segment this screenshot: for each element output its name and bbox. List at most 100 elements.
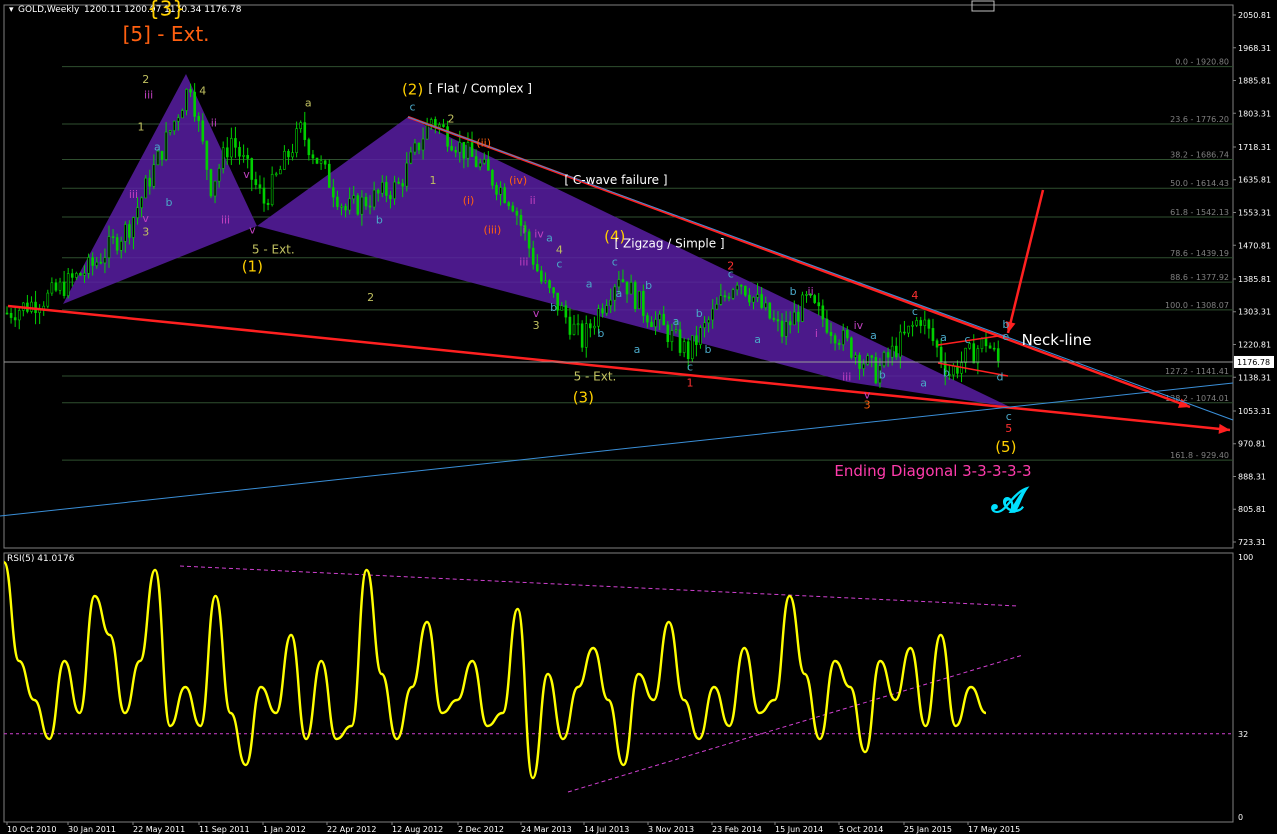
wave-annotation: b: [597, 327, 604, 340]
candle-body: [401, 183, 404, 187]
candle-body: [454, 149, 458, 153]
candle-body: [882, 352, 886, 366]
candle-body: [931, 328, 935, 342]
y-axis-tick-label: 970.81: [1238, 440, 1266, 449]
candle-body: [152, 164, 156, 187]
neckline-pointer-arrow: [1006, 189, 1045, 334]
candle-body: [780, 320, 784, 337]
candle-body: [9, 312, 13, 318]
x-axis-tick-label: 30 Jan 2011: [68, 825, 116, 834]
x-axis-tick-label: 2 Dec 2012: [458, 825, 504, 834]
wave-annotation: (iv): [509, 174, 527, 187]
candle-body: [690, 335, 694, 360]
y-axis-tick-label: 1053.31: [1238, 407, 1271, 416]
candle-body: [242, 155, 245, 157]
candle-body: [772, 317, 776, 320]
x-axis-tick-label: 25 Jan 2015: [904, 825, 952, 834]
wave-annotation: [5] - Ext.: [123, 22, 210, 46]
candle-body: [344, 206, 347, 211]
candle-body: [140, 197, 143, 209]
x-axis-tick-label: 12 Aug 2012: [392, 825, 443, 834]
candle-body: [617, 279, 621, 288]
wave-annotation: (5): [995, 438, 1016, 456]
window-control-button[interactable]: [971, 0, 995, 12]
candle-body: [450, 146, 453, 151]
candle-body: [637, 290, 641, 309]
candle-body: [988, 345, 992, 349]
wave-annotation: a: [870, 329, 877, 342]
x-axis-tick-label: 1 Jan 2012: [263, 825, 306, 834]
candle-body: [217, 168, 221, 182]
candle-body: [666, 324, 670, 343]
wave-annotation: a: [634, 343, 641, 356]
candle-body: [132, 217, 135, 238]
chart-window: ▾ GOLD,Weekly 1200.11 1200.97 1170.34 1176…: [0, 0, 1277, 834]
candle-body: [168, 130, 172, 133]
candle-body: [841, 330, 845, 345]
wave-annotation: a: [673, 315, 680, 328]
candle-body: [625, 281, 629, 295]
fib-level-label: 0.0 - 1920.80: [1175, 58, 1229, 67]
wave-annotation: b: [645, 279, 652, 292]
symbol-label: GOLD,Weekly: [18, 5, 80, 15]
wave-annotation: b: [696, 307, 703, 320]
candle-body: [119, 241, 123, 251]
candle-body: [870, 355, 874, 358]
x-axis-tick-label: 5 Oct 2014: [839, 825, 883, 834]
candle-body: [446, 126, 449, 147]
candle-body: [209, 169, 213, 197]
wave-annotation: 3: [533, 319, 540, 332]
candle-body: [503, 187, 506, 203]
candle-body: [197, 116, 201, 122]
candle-body: [421, 138, 425, 151]
wave-annotation: b: [790, 285, 797, 298]
wave-channel-area-2: [257, 117, 1010, 407]
candle-body: [601, 308, 604, 314]
wave-annotation: (i): [463, 194, 475, 207]
wave-annotation: 5 - Ext.: [252, 243, 295, 257]
candle-body: [185, 89, 188, 111]
x-axis-tick-label: 3 Nov 2013: [648, 825, 694, 834]
rsi-upper-trend: [179, 565, 1019, 607]
candle-body: [576, 323, 580, 326]
candle-body: [552, 287, 555, 294]
candle-body: [935, 340, 939, 348]
candle-body: [148, 177, 152, 187]
wave-annotation: iii: [221, 214, 230, 227]
candle-body: [46, 292, 50, 307]
wave-channel-area-1: [63, 74, 257, 304]
candle-body: [535, 264, 539, 272]
candle-body: [703, 322, 706, 329]
candle-body: [817, 302, 821, 307]
candle-body: [425, 123, 429, 140]
candle-body: [299, 122, 303, 129]
wave-annotation: [ C-wave failure ]: [564, 173, 667, 187]
candle-body: [246, 155, 249, 159]
wave-annotation: e: [1002, 330, 1009, 343]
wave-annotation: c: [728, 267, 734, 280]
candle-body: [385, 182, 388, 196]
candle-body: [75, 273, 78, 278]
candle-body: [507, 202, 511, 207]
wave-annotation: v: [243, 168, 250, 181]
x-axis-tick-label: 10 Oct 2010: [7, 825, 56, 834]
chart-canvas: ▾ GOLD,Weekly 1200.11 1200.97 1170.34 1176…: [0, 0, 1274, 834]
wave-annotation: (1): [242, 257, 263, 275]
candle-body: [927, 319, 931, 329]
wave-annotation: iii: [144, 89, 153, 102]
candle-body: [748, 294, 751, 303]
candle-body: [899, 331, 902, 358]
candle-body: [560, 305, 564, 311]
y-axis-tick-label: 888.31: [1238, 472, 1266, 481]
candle-body: [221, 147, 225, 169]
neckline-upper: [937, 334, 1006, 346]
candle-body: [352, 195, 356, 200]
candle-body: [976, 348, 980, 364]
candle-body: [83, 272, 86, 276]
wave-annotation: Neck-line: [1022, 331, 1092, 349]
candle-body: [364, 196, 368, 207]
candle-body: [201, 120, 205, 142]
candle-body: [719, 295, 723, 305]
candle-body: [515, 210, 519, 216]
wave-annotation: c: [410, 101, 416, 114]
